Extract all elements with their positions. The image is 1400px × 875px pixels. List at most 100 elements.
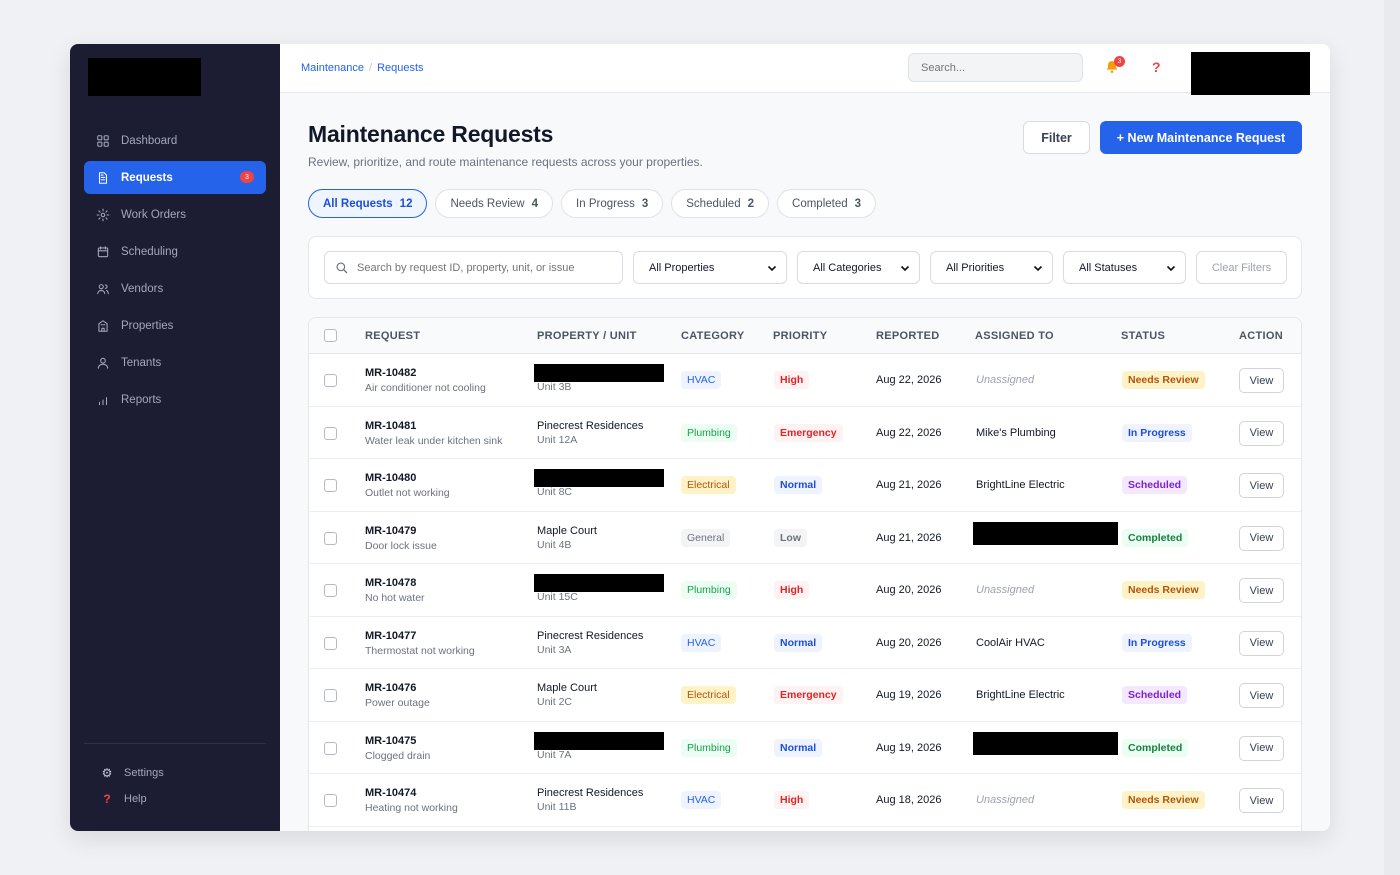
breadcrumb-maintenance[interactable]: Maintenance <box>301 62 364 74</box>
request-id[interactable]: MR-10481 <box>365 420 502 432</box>
column-header-category[interactable]: CATEGORY <box>681 330 745 342</box>
view-button[interactable]: View <box>1239 525 1284 551</box>
view-button[interactable]: View <box>1239 630 1284 656</box>
row-checkbox[interactable] <box>324 531 337 545</box>
priority-badge: Emergency <box>774 686 843 704</box>
request-description: Thermostat not working <box>365 644 475 657</box>
view-button[interactable]: View <box>1239 473 1284 498</box>
column-header-assigned-to[interactable]: ASSIGNED TO <box>975 330 1054 342</box>
assigned-to: CoolAir HVAC <box>976 636 1045 649</box>
sidebar-item-requests[interactable]: Requests 3 <box>84 161 266 194</box>
sidebar-item-reports[interactable]: Reports <box>84 383 266 416</box>
property-name: Maple Court <box>537 682 597 694</box>
view-button[interactable]: View <box>1239 420 1284 446</box>
row-checkbox[interactable] <box>324 426 337 440</box>
row-checkbox[interactable] <box>324 584 337 597</box>
sidebar-item-settings[interactable]: ⚙ Settings <box>100 760 164 786</box>
filter-button[interactable]: Filter <box>1023 121 1090 154</box>
chevron-down-icon <box>1166 265 1176 271</box>
view-button[interactable]: View <box>1239 788 1284 813</box>
table-row[interactable]: MR-10475 Clogged drain Unit 7A Plumbing Norm… <box>309 722 1301 774</box>
sidebar-item-vendors[interactable]: Vendors <box>84 272 266 305</box>
categories-select[interactable]: All Categories <box>797 251 920 284</box>
chevron-down-icon <box>767 265 777 271</box>
request-id[interactable]: MR-10476 <box>365 682 430 694</box>
tab-completed[interactable]: Completed 3 <box>777 189 877 218</box>
table-header: REQUEST PROPERTY / UNIT CATEGORY PRIORITY RE… <box>309 318 1301 354</box>
sidebar-item-dashboard[interactable]: Dashboard <box>84 124 266 157</box>
view-button[interactable]: View <box>1239 683 1284 708</box>
property-cell: Pinecrest Residences Unit 11B <box>537 787 643 813</box>
row-checkbox[interactable] <box>324 741 337 755</box>
select-all-checkbox[interactable] <box>324 329 337 342</box>
row-checkbox[interactable] <box>324 636 337 650</box>
notifications-button[interactable]: 3 <box>1104 56 1125 77</box>
request-description: Outlet not working <box>365 487 450 499</box>
request-id[interactable]: MR-10482 <box>365 367 486 379</box>
sidebar-item-tenants[interactable]: Tenants <box>84 346 266 379</box>
page-scrollbar[interactable] <box>1384 0 1400 875</box>
request-id[interactable]: MR-10479 <box>365 525 437 537</box>
redacted-property <box>534 364 664 382</box>
table-row[interactable]: MR-10474 Heating not working Pinecrest Res… <box>309 774 1301 827</box>
sidebar-item-properties[interactable]: Properties <box>84 309 266 342</box>
view-button[interactable]: View <box>1239 368 1284 393</box>
column-header-action[interactable]: ACTION <box>1239 330 1283 342</box>
tab-label: All Requests <box>323 197 393 210</box>
table-row[interactable]: MR-10477 Thermostat not working Pinecrest … <box>309 617 1301 669</box>
row-checkbox[interactable] <box>324 794 337 807</box>
priorities-select[interactable]: All Priorities <box>930 251 1053 284</box>
tab-count: 2 <box>747 197 755 210</box>
table-row[interactable]: MR-10481 Water leak under kitchen sink Pin… <box>309 407 1301 459</box>
request-id[interactable]: MR-10480 <box>365 472 450 484</box>
tab-in-progress[interactable]: In Progress 3 <box>561 189 664 218</box>
search-icon <box>336 261 348 273</box>
request-id[interactable]: MR-10474 <box>365 787 458 799</box>
request-id[interactable]: MR-10477 <box>365 630 475 642</box>
column-header-status[interactable]: STATUS <box>1121 330 1165 342</box>
help-icon[interactable]: ? <box>1152 59 1161 75</box>
breadcrumb-requests[interactable]: Requests <box>377 62 423 74</box>
sidebar-item-scheduling[interactable]: Scheduling <box>84 235 266 268</box>
user-profile[interactable] <box>1191 52 1310 95</box>
table-row[interactable]: MR-10479 Door lock issue Maple Court Unit 4… <box>309 512 1301 564</box>
row-checkbox[interactable] <box>324 689 337 702</box>
view-button[interactable]: View <box>1239 735 1284 761</box>
request-description: Heating not working <box>365 802 458 814</box>
priority-badge: Normal <box>774 476 823 494</box>
table-row[interactable]: MR-10478 No hot water Unit 15C Plumbing High… <box>309 564 1301 617</box>
new-request-button[interactable]: + New Maintenance Request <box>1100 121 1302 154</box>
sidebar-item-work-orders[interactable]: Work Orders <box>84 198 266 231</box>
row-checkbox[interactable] <box>324 479 337 492</box>
request-cell: MR-10479 Door lock issue <box>365 525 437 552</box>
table-row[interactable]: MR-10476 Power outage Maple Court Unit 2C El… <box>309 669 1301 722</box>
request-id[interactable]: MR-10475 <box>365 735 430 747</box>
page-title: Maintenance Requests <box>308 121 554 147</box>
priority-badge: Normal <box>774 633 823 652</box>
sidebar-item-help[interactable]: ? Help <box>100 786 164 812</box>
tab-all-requests[interactable]: All Requests 12 <box>308 189 428 218</box>
assigned-to: BrightLine Electric <box>976 479 1065 491</box>
column-header-priority[interactable]: PRIORITY <box>773 330 827 342</box>
sidebar: Dashboard Requests 3 Work Orders Scheduling V… <box>70 44 280 831</box>
column-header-request[interactable]: REQUEST <box>365 330 420 342</box>
view-button[interactable]: View <box>1239 578 1284 603</box>
table-row[interactable]: MR-10480 Outlet not working Unit 8C Electri… <box>309 459 1301 512</box>
request-id[interactable]: MR-10478 <box>365 577 425 589</box>
request-cell: MR-10474 Heating not working <box>365 787 458 814</box>
request-search-input[interactable] <box>357 261 607 274</box>
tab-scheduled[interactable]: Scheduled 2 <box>671 189 770 218</box>
row-checkbox[interactable] <box>324 374 337 387</box>
column-header-reported[interactable]: REPORTED <box>876 330 940 342</box>
reported-date: Aug 20, 2026 <box>876 584 942 596</box>
table-row[interactable]: MR-10482 Air conditioner not cooling Unit … <box>309 354 1301 407</box>
clear-filters-button[interactable]: Clear Filters <box>1196 251 1287 284</box>
redacted-property <box>534 469 664 487</box>
column-header-property-unit[interactable]: PROPERTY / UNIT <box>537 330 637 342</box>
tab-needs-review[interactable]: Needs Review 4 <box>435 189 554 218</box>
global-search-input[interactable] <box>908 53 1083 82</box>
statuses-select[interactable]: All Statuses <box>1063 251 1186 284</box>
properties-select[interactable]: All Properties <box>633 251 787 284</box>
request-cell: MR-10478 No hot water <box>365 577 425 604</box>
request-search[interactable] <box>324 251 623 284</box>
